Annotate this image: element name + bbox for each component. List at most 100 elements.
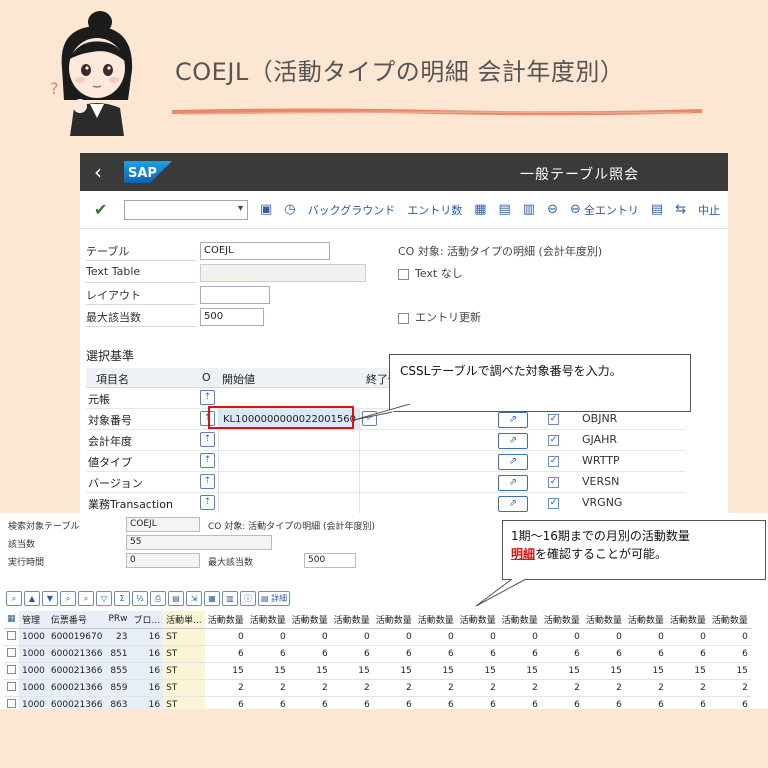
col-header[interactable]: 活動数量 (498, 611, 541, 629)
multiple-selection-button[interactable]: ⇗ (498, 475, 528, 491)
multiple-selection-button[interactable]: ⇗ (498, 412, 528, 428)
execute-icon[interactable]: ◷ (284, 202, 295, 217)
row-select-checkbox[interactable] (4, 696, 19, 709)
row-select-checkbox[interactable] (4, 645, 19, 663)
col-header[interactable]: 活動数量 (540, 611, 583, 629)
value-type-input[interactable] (218, 451, 360, 472)
table-cell: 0 (330, 628, 373, 646)
entryupdate-checkbox[interactable] (398, 312, 409, 324)
find-icon[interactable]: ⌕ (60, 591, 76, 606)
table-cell: 6 (372, 645, 415, 663)
table-row[interactable]: 1000 600021366 859 16 ST 2 2 2 2 2 2 2 2 2 2 2 2 2 (4, 679, 751, 697)
table-input[interactable]: COEJL (200, 242, 330, 260)
row-checkbox[interactable] (7, 647, 16, 657)
option-icon[interactable]: ⇡ (200, 432, 215, 447)
graphic-icon[interactable]: ▥ (222, 591, 238, 606)
check-icon[interactable]: ✔ (94, 200, 114, 219)
option-icon[interactable]: ⇡ (200, 453, 215, 468)
option-icon[interactable]: ⇡ (200, 474, 215, 489)
row-checkbox[interactable] (7, 681, 16, 691)
textnone-option[interactable]: Text なし (398, 265, 463, 281)
table-label: テーブル (86, 245, 130, 258)
subtotal-icon[interactable]: ½ (132, 591, 148, 606)
layout-icon[interactable]: ▦ (474, 202, 486, 217)
multiple-selection-button[interactable]: ⇗ (498, 433, 528, 449)
settings-icon[interactable]: ▤ (499, 202, 511, 217)
multiple-selection-button[interactable]: ⇗ (498, 454, 528, 470)
minus-icon[interactable]: ⊖ (547, 202, 558, 217)
table-cell: 6 (330, 696, 373, 709)
title-underline (172, 108, 702, 116)
table-cell: 859 (105, 679, 131, 697)
version-input[interactable] (218, 472, 360, 493)
option-icon[interactable]: ⇡ (200, 390, 215, 405)
detail-button[interactable]: ▤ 詳細 (258, 591, 291, 606)
col-header[interactable]: 活動数量 (288, 611, 331, 629)
sum-icon[interactable]: Σ (114, 591, 130, 606)
row-select-checkbox[interactable] (4, 628, 19, 646)
layout-input[interactable] (200, 286, 270, 304)
select-all-icon[interactable]: ▦ (4, 611, 19, 629)
row-select-checkbox[interactable] (4, 662, 19, 680)
maxhits-input[interactable]: 500 (200, 308, 264, 326)
col-header[interactable]: 活動数量 (414, 611, 457, 629)
print-icon[interactable]: ⎙ (150, 591, 166, 606)
table-cell: ST (163, 696, 205, 709)
layout-icon[interactable]: ▦ (204, 591, 220, 606)
view-icon[interactable]: ▤ (168, 591, 184, 606)
option-icon[interactable]: ⇡ (200, 495, 215, 510)
back-icon[interactable]: ‹ (94, 160, 114, 184)
link-icon[interactable]: ⇆ (675, 202, 686, 217)
col-header[interactable]: 活動数量 (666, 611, 709, 629)
export-icon[interactable]: ⇲ (186, 591, 202, 606)
filter-icon[interactable]: ▽ (96, 591, 112, 606)
col-header[interactable]: 活動数量 (456, 611, 499, 629)
maxhits-field[interactable]: 500 (304, 553, 356, 568)
col-header[interactable]: PRw (105, 611, 131, 629)
info-icon[interactable]: ⓘ (240, 591, 256, 606)
sort-asc-icon[interactable]: ▲ (24, 591, 40, 606)
table-row[interactable]: 1000 600019670 23 16 ST 0 0 0 0 0 0 0 0 0 0 0 0 0 (4, 628, 751, 646)
col-header[interactable]: 活動数量 (204, 611, 247, 629)
multiple-selection-button[interactable]: ⇗ (498, 496, 528, 512)
col-header[interactable]: 活動数量 (330, 611, 373, 629)
details-icon[interactable]: ⌕ (6, 591, 22, 606)
print-icon[interactable]: ▤ (651, 202, 663, 217)
all-entries-button[interactable]: 全エントリ (584, 202, 639, 218)
command-field[interactable]: ▾ (124, 199, 248, 220)
table-row[interactable]: 1000 600021366 863 16 ST 6 6 6 6 6 6 6 6 6 6 6 6 6 (4, 696, 751, 709)
row-select-checkbox[interactable] (4, 679, 19, 697)
output-checkbox[interactable]: ✓ (548, 498, 559, 509)
row-checkbox[interactable] (7, 664, 16, 674)
save-icon[interactable]: ▣ (260, 202, 272, 217)
background-button[interactable]: バックグラウンド (308, 202, 396, 218)
col-header[interactable]: 活動単... (163, 611, 205, 629)
row-checkbox[interactable] (7, 630, 16, 640)
output-checkbox[interactable]: ✓ (548, 435, 559, 446)
col-header[interactable]: 伝票番号 (47, 611, 106, 629)
row-checkbox[interactable] (7, 698, 16, 708)
col-header[interactable]: 活動数量 (624, 611, 667, 629)
col-header[interactable]: 活動数量 (246, 611, 289, 629)
chevron-down-icon[interactable]: ▾ (238, 203, 243, 214)
table-row[interactable]: 1000 600021366 851 16 ST 6 6 6 6 6 6 6 6 6 6 6 6 6 (4, 645, 751, 663)
cancel-button[interactable]: 中止 (698, 202, 720, 218)
entry-count-button[interactable]: エントリ数 (407, 202, 462, 218)
sort-desc-icon[interactable]: ▼ (42, 591, 58, 606)
all-entries-icon[interactable]: ⊖ (570, 202, 581, 217)
col-header[interactable]: 活動数量 (582, 611, 625, 629)
find-next-icon[interactable]: ⌕ (78, 591, 94, 606)
col-header[interactable]: ブロ... (130, 611, 164, 629)
table-row[interactable]: 1000 600021366 855 16 ST 15 15 15 15 15 15 15 15 15 15… (4, 662, 751, 680)
output-checkbox[interactable]: ✓ (548, 414, 559, 425)
textnone-checkbox[interactable] (398, 268, 409, 280)
col-header[interactable]: 活動数量 (708, 611, 751, 629)
entryupdate-option[interactable]: エントリ更新 (398, 309, 481, 325)
output-checkbox[interactable]: ✓ (548, 456, 559, 467)
fiscal-year-input[interactable] (218, 430, 360, 451)
grid-icon[interactable]: ▥ (523, 202, 535, 217)
transaction-input[interactable] (218, 493, 360, 513)
col-header[interactable]: 活動数量 (372, 611, 415, 629)
output-checkbox[interactable]: ✓ (548, 477, 559, 488)
col-header[interactable]: 管理 (19, 611, 48, 629)
